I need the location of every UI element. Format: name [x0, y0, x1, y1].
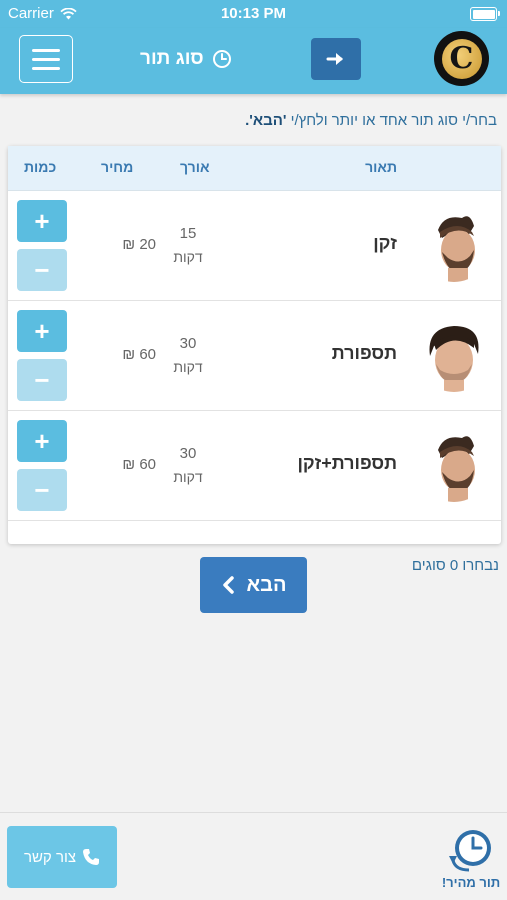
header-description: תאור	[365, 159, 397, 175]
phone-icon	[83, 849, 100, 865]
service-duration: 30	[179, 445, 197, 462]
service-duration-unit: דקות	[173, 249, 203, 265]
instruction-prefix: בחר/י סוג תור אחד או יותר ולחץ/י	[286, 112, 497, 129]
increase-quantity-button[interactable]: +	[17, 420, 67, 462]
instruction-highlight: 'הבא'.	[245, 112, 287, 129]
contact-button-label: צור קשר	[23, 848, 77, 866]
service-duration-unit: דקות	[173, 469, 203, 485]
logo-letter: C	[441, 38, 482, 79]
table-row: זקן 15 דקות 20 ₪ + −	[8, 191, 501, 301]
decrease-quantity-button[interactable]: −	[17, 249, 67, 291]
service-name: תספורת+זקן	[297, 453, 397, 473]
page-title: סוג תור	[140, 46, 250, 72]
table-row: תספורת+זקן 30 דקות 60 ₪ + −	[8, 411, 501, 521]
clock-arrow-icon	[449, 830, 491, 872]
service-duration: 30	[179, 335, 197, 352]
chevron-left-icon	[222, 576, 234, 594]
decrease-quantity-button[interactable]: −	[17, 359, 67, 401]
quick-appointment-label: תור מהיר!	[441, 875, 501, 890]
services-table: תאור אורך מחיר כמות זקן 15 דקות 20 ₪ + −	[8, 146, 501, 544]
next-button-label: הבא	[246, 573, 287, 596]
header-duration: אורך	[180, 159, 210, 175]
arrow-right-icon	[326, 53, 343, 65]
selected-count: נבחרו 0 סוגים	[411, 557, 499, 574]
service-price: 20 ₪	[122, 236, 156, 253]
service-duration: 15	[179, 225, 197, 242]
quick-appointment-button[interactable]: תור מהיר!	[439, 826, 503, 890]
avatar	[418, 320, 490, 392]
contact-button[interactable]: צור קשר	[7, 826, 117, 888]
decrease-quantity-button[interactable]: −	[17, 469, 67, 511]
instruction-text: בחר/י סוג תור אחד או יותר ולחץ/י 'הבא'.	[245, 112, 497, 129]
increase-quantity-button[interactable]: +	[17, 310, 67, 352]
next-button[interactable]: הבא	[200, 557, 307, 613]
battery-icon	[470, 7, 500, 21]
service-duration-unit: דקות	[173, 359, 203, 375]
service-name: תספורת	[331, 343, 397, 363]
avatar	[418, 430, 490, 502]
header-price: מחיר	[101, 159, 134, 175]
brand-logo[interactable]: C	[434, 31, 489, 86]
avatar	[418, 210, 490, 282]
clock-time: 10:13 PM	[220, 5, 287, 22]
increase-quantity-button[interactable]: +	[17, 200, 67, 242]
table-row: תספורת 30 דקות 60 ₪ + −	[8, 301, 501, 411]
service-price: 60 ₪	[122, 346, 156, 363]
hamburger-icon	[32, 48, 60, 52]
status-bar: Carrier 10:13 PM	[0, 0, 507, 28]
menu-button[interactable]	[19, 35, 73, 83]
header-quantity: כמות	[24, 159, 57, 175]
page-title-text: סוג תור	[140, 48, 204, 69]
back-button[interactable]	[311, 38, 361, 80]
footer-divider	[0, 812, 507, 813]
service-name: זקן	[373, 233, 397, 253]
clock-icon	[212, 50, 231, 68]
table-header: תאור אורך מחיר כמות	[8, 146, 501, 191]
nav-bar: סוג תור C	[0, 28, 507, 94]
service-price: 60 ₪	[122, 456, 156, 473]
